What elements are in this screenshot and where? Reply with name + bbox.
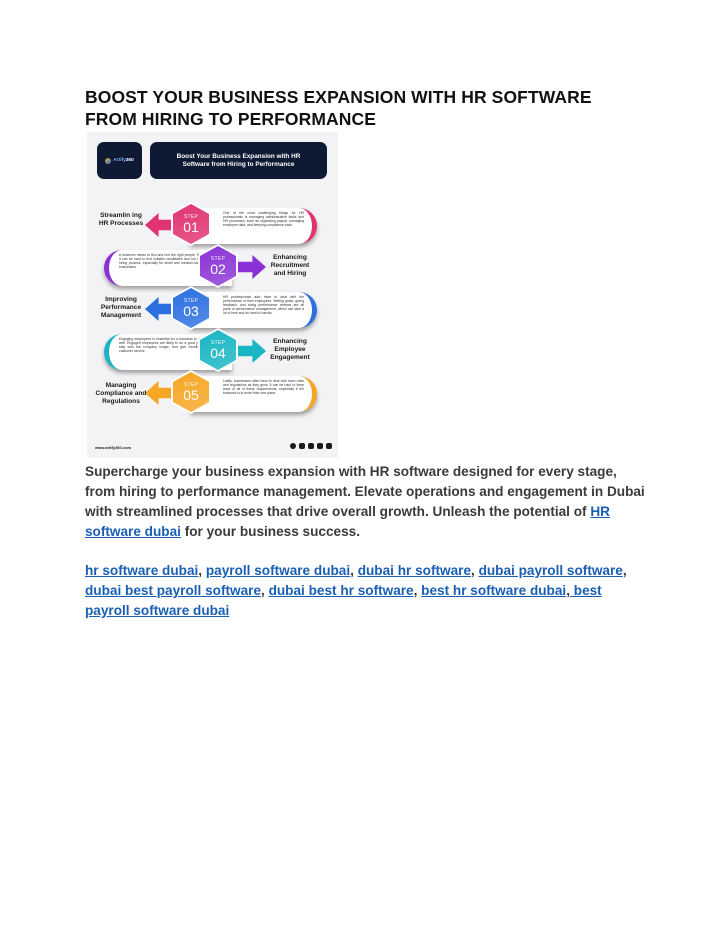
step-number: 05 xyxy=(183,387,199,403)
step-title: Enhancing Employee Engagement xyxy=(270,338,310,361)
keyword-link[interactable]: dubai payroll software xyxy=(479,563,623,578)
logo-mark-icon xyxy=(105,157,112,164)
infographic-banner: Boost Your Business Expansion with HR So… xyxy=(150,142,327,179)
link-separator: , xyxy=(261,583,269,598)
step-label: STEP xyxy=(183,298,199,304)
body-paragraph: Supercharge your business expansion with… xyxy=(85,462,645,542)
step-number: 01 xyxy=(183,219,199,235)
footer-url: www.artify360.com xyxy=(95,445,132,450)
step-05: Lastly, businesses often have to deal wi… xyxy=(87,370,338,414)
link-separator: , xyxy=(198,563,206,578)
link-separator: , xyxy=(622,563,627,578)
logo-suffix: 360 xyxy=(125,158,134,163)
step-description: Lastly, businesses often have to deal wi… xyxy=(223,379,304,396)
step-04: Engaging employees is essential for a bu… xyxy=(87,328,338,372)
paragraph-end: for your business success. xyxy=(180,524,360,539)
keyword-link[interactable]: dubai best hr software xyxy=(269,583,414,598)
step-number: 04 xyxy=(210,345,226,361)
document-title: BOOST YOUR BUSINESS EXPANSION WITH HR SO… xyxy=(85,86,645,130)
title-line-1: BOOST YOUR BUSINESS EXPANSION WITH HR SO… xyxy=(85,87,592,107)
keyword-link[interactable]: hr software dubai xyxy=(85,563,198,578)
step-label: STEP xyxy=(183,382,199,388)
step-01: One of the most challenging things for H… xyxy=(87,202,338,246)
instagram-icon xyxy=(299,443,305,449)
infographic-image: Artify360 Boost Your Business Expansion … xyxy=(87,132,338,458)
keyword-links: hr software dubai, payroll software duba… xyxy=(85,561,645,621)
step-number: 02 xyxy=(210,261,226,277)
step-title: Enhancing Recruitment and Hiring xyxy=(270,254,310,277)
step-03: HR professionals also have to deal with … xyxy=(87,286,338,330)
link-separator: , xyxy=(350,563,358,578)
keyword-link[interactable]: dubai hr software xyxy=(358,563,471,578)
step-description: A business needs to find and hire the ri… xyxy=(119,253,202,270)
paragraph-text: Supercharge your business expansion with… xyxy=(85,464,645,519)
keyword-link[interactable]: dubai best payroll software xyxy=(85,583,261,598)
artify-logo: Artify360 xyxy=(97,142,142,179)
step-label: STEP xyxy=(210,340,226,346)
twitter-icon xyxy=(308,443,314,449)
step-label: STEP xyxy=(183,214,199,220)
youtube-icon xyxy=(326,443,332,449)
step-description: Engaging employees is essential for a bu… xyxy=(119,337,202,354)
step-02: A business needs to find and hire the ri… xyxy=(87,244,338,288)
step-description: HR professionals also have to deal with … xyxy=(223,295,304,316)
social-icons xyxy=(290,443,332,449)
step-title: Improving Performance Management xyxy=(100,296,142,319)
title-line-2: FROM HIRING TO PERFORMANCE xyxy=(85,109,377,129)
step-title: Streamlin ing HR Processes xyxy=(98,212,144,227)
keyword-link[interactable]: payroll software dubai xyxy=(206,563,350,578)
facebook-icon xyxy=(290,443,296,449)
step-label: STEP xyxy=(210,256,226,262)
keyword-link[interactable]: best hr software dubai xyxy=(421,583,566,598)
linkedin-icon xyxy=(317,443,323,449)
step-description: One of the most challenging things for H… xyxy=(223,211,304,228)
link-separator: , xyxy=(471,563,479,578)
logo-brand: Artify xyxy=(113,158,126,163)
step-number: 03 xyxy=(183,303,199,319)
step-title: Managing Compliance and Regulations xyxy=(95,382,147,405)
